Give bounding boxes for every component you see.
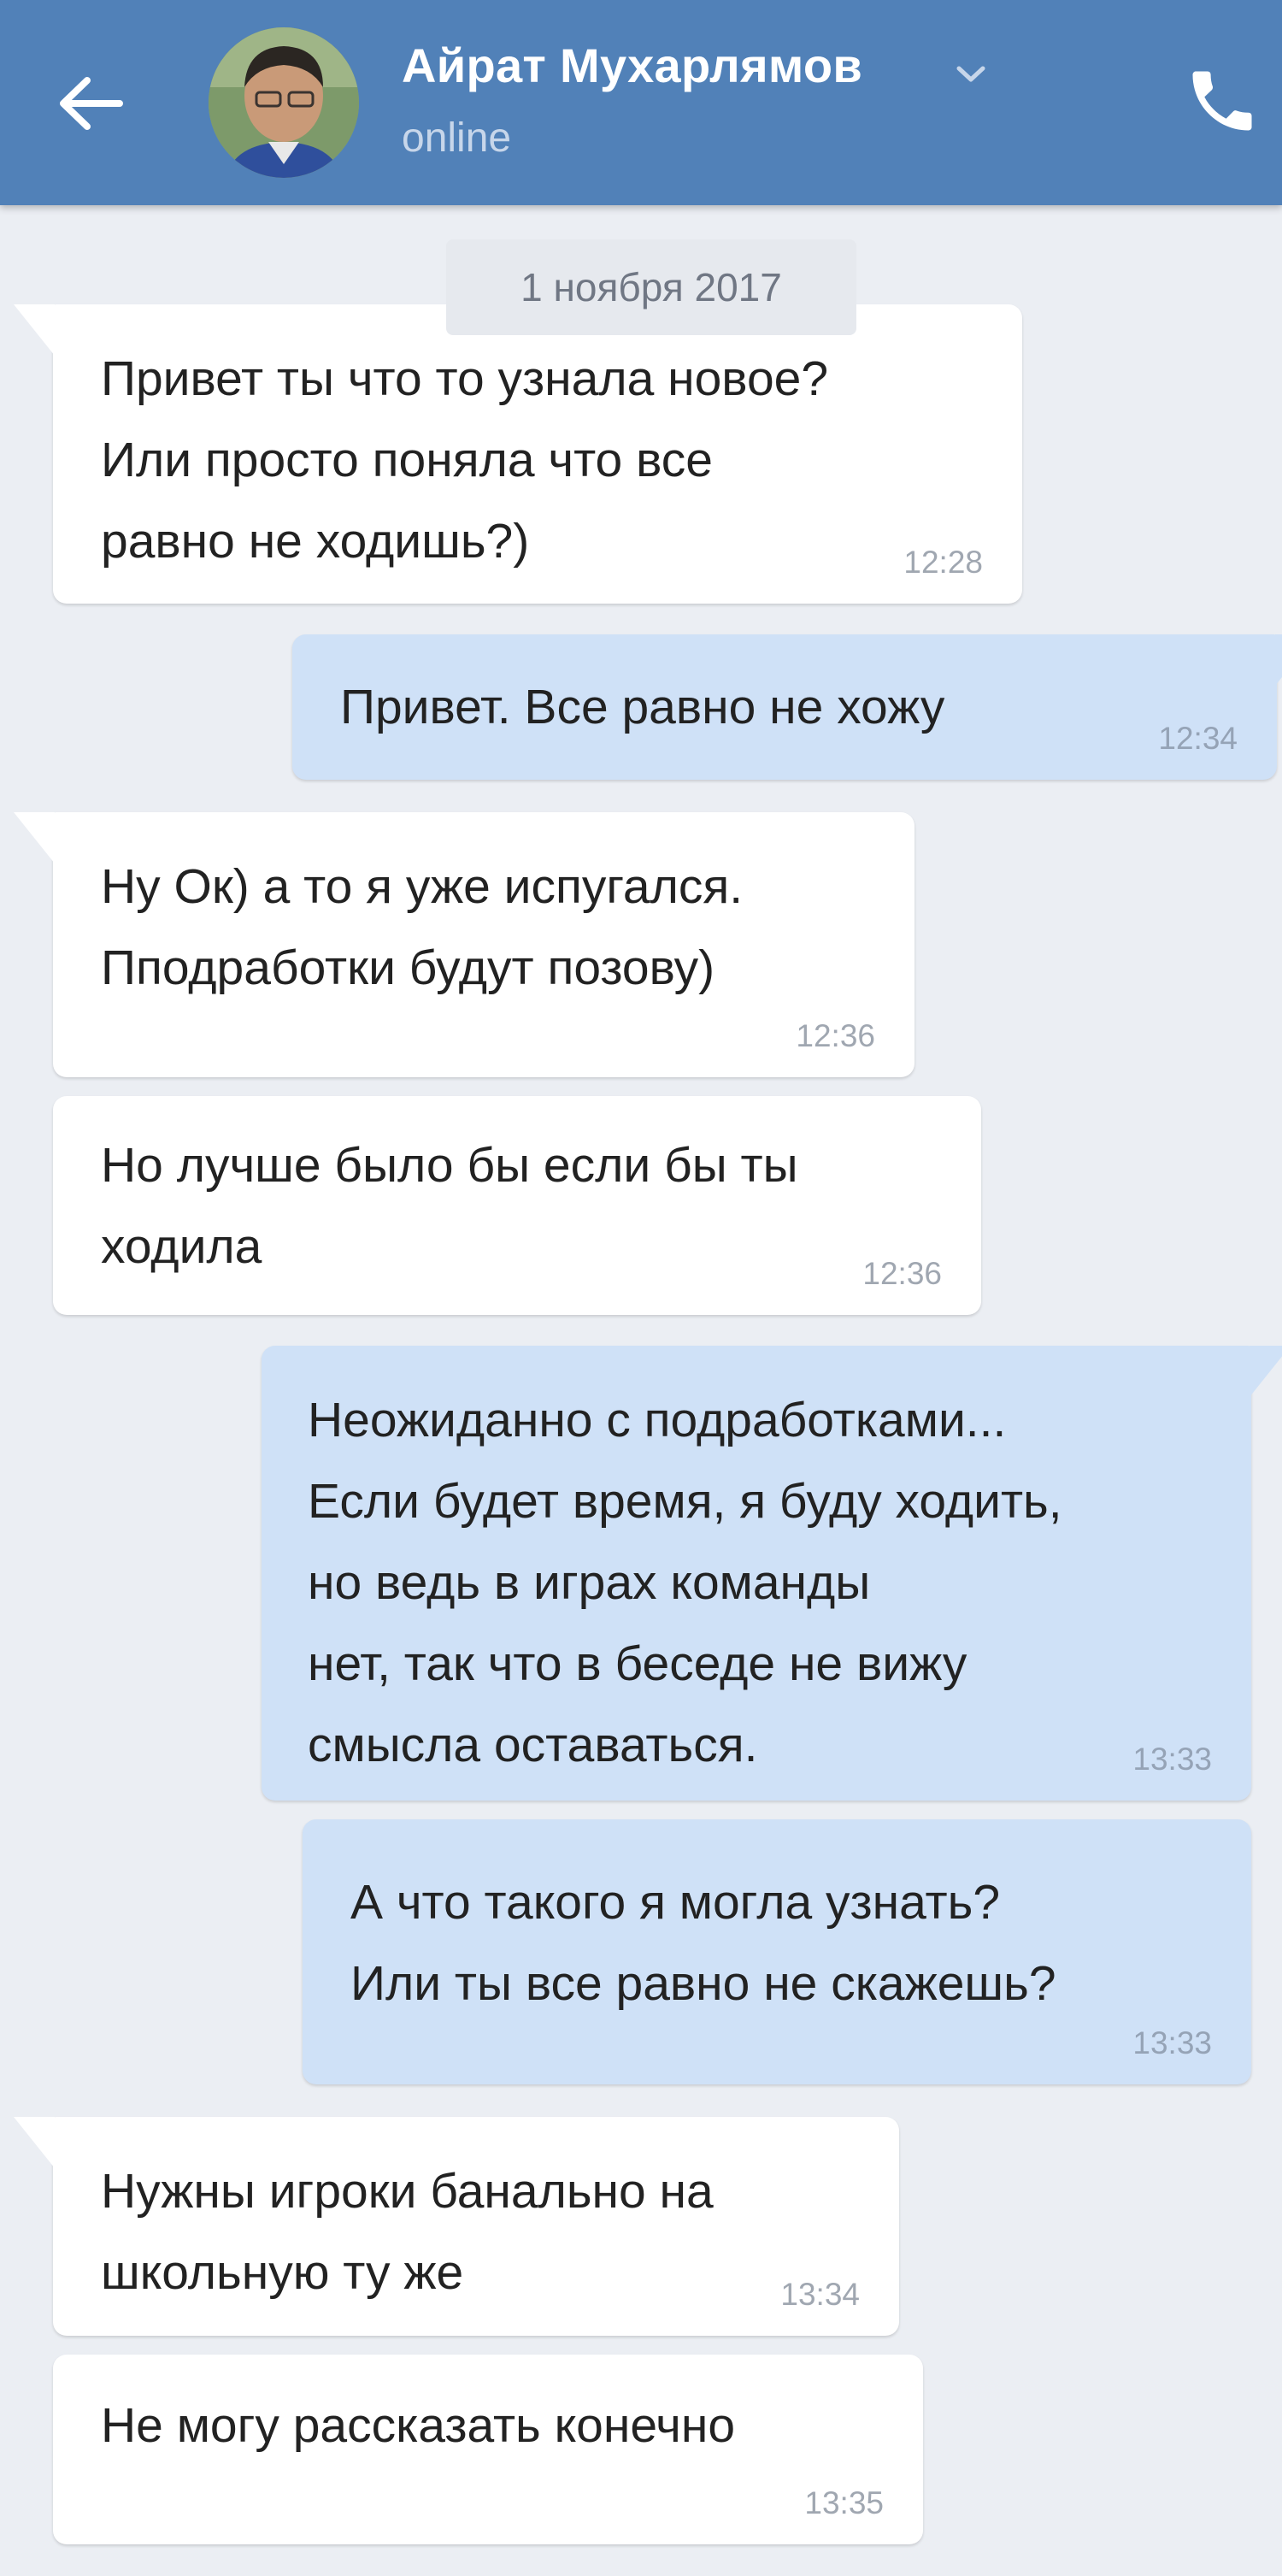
- message-time: 12:28: [903, 545, 983, 580]
- message-time: 13:35: [804, 2485, 884, 2520]
- message-time: 13:34: [780, 2277, 860, 2312]
- avatar[interactable]: [209, 27, 359, 178]
- message-text: Неожиданно с подработками... Если будет …: [308, 1393, 1062, 1772]
- message-incoming[interactable]: Ну Ок) а то я уже испугался. Пподработки…: [14, 812, 914, 1077]
- phone-icon[interactable]: [1183, 62, 1261, 140]
- message-time: 12:34: [1158, 721, 1238, 756]
- message-outgoing[interactable]: Привет. Все равно не хожу 12:34: [292, 634, 1282, 780]
- bubble-tail: [14, 304, 55, 356]
- bubble-tail: [14, 812, 55, 864]
- message-time: 13:33: [1132, 2025, 1212, 2060]
- online-status: online: [402, 115, 512, 161]
- message-outgoing[interactable]: А что такого я могла узнать? Или ты все …: [303, 1819, 1251, 2084]
- message-text: Нужны игроки банально на школьную ту же: [101, 2164, 714, 2300]
- date-separator: 1 ноября 2017: [446, 239, 856, 335]
- message-incoming[interactable]: Привет ты что то узнала новое? Или прост…: [14, 304, 1022, 604]
- message-text: Привет. Все равно не хожу: [340, 680, 945, 734]
- message-incoming[interactable]: Не могу рассказать конечно 13:35: [53, 2355, 923, 2544]
- message-time: 12:36: [796, 1018, 875, 1053]
- contact-name[interactable]: Айрат Мухарлямов: [402, 38, 862, 93]
- message-text: А что такого я могла узнать? Или ты все …: [350, 1875, 1056, 2011]
- back-arrow-icon[interactable]: [53, 65, 130, 142]
- message-time: 12:36: [862, 1256, 942, 1291]
- message-incoming[interactable]: Нужны игроки банально на школьную ту же …: [14, 2117, 899, 2336]
- bubble-tail: [1250, 1346, 1282, 1397]
- message-incoming[interactable]: Но лучше было бы если бы ты ходила 12:36: [53, 1096, 981, 1315]
- chat-header: Айрат Мухарлямов online: [0, 0, 1282, 205]
- message-outgoing[interactable]: Неожиданно с подработками... Если будет …: [262, 1346, 1282, 1801]
- message-text: Привет ты что то узнала новое? Или прост…: [101, 351, 829, 569]
- bubble-tail: [14, 2117, 55, 2168]
- message-text: Ну Ок) а то я уже испугался. Пподработки…: [101, 859, 744, 995]
- chevron-down-icon[interactable]: [952, 62, 990, 87]
- message-time: 13:33: [1132, 1742, 1212, 1777]
- message-text: Не могу рассказать конечно: [101, 2398, 736, 2453]
- message-text: Но лучше было бы если бы ты ходила: [101, 1138, 798, 1274]
- bubble-tail: [1275, 634, 1282, 686]
